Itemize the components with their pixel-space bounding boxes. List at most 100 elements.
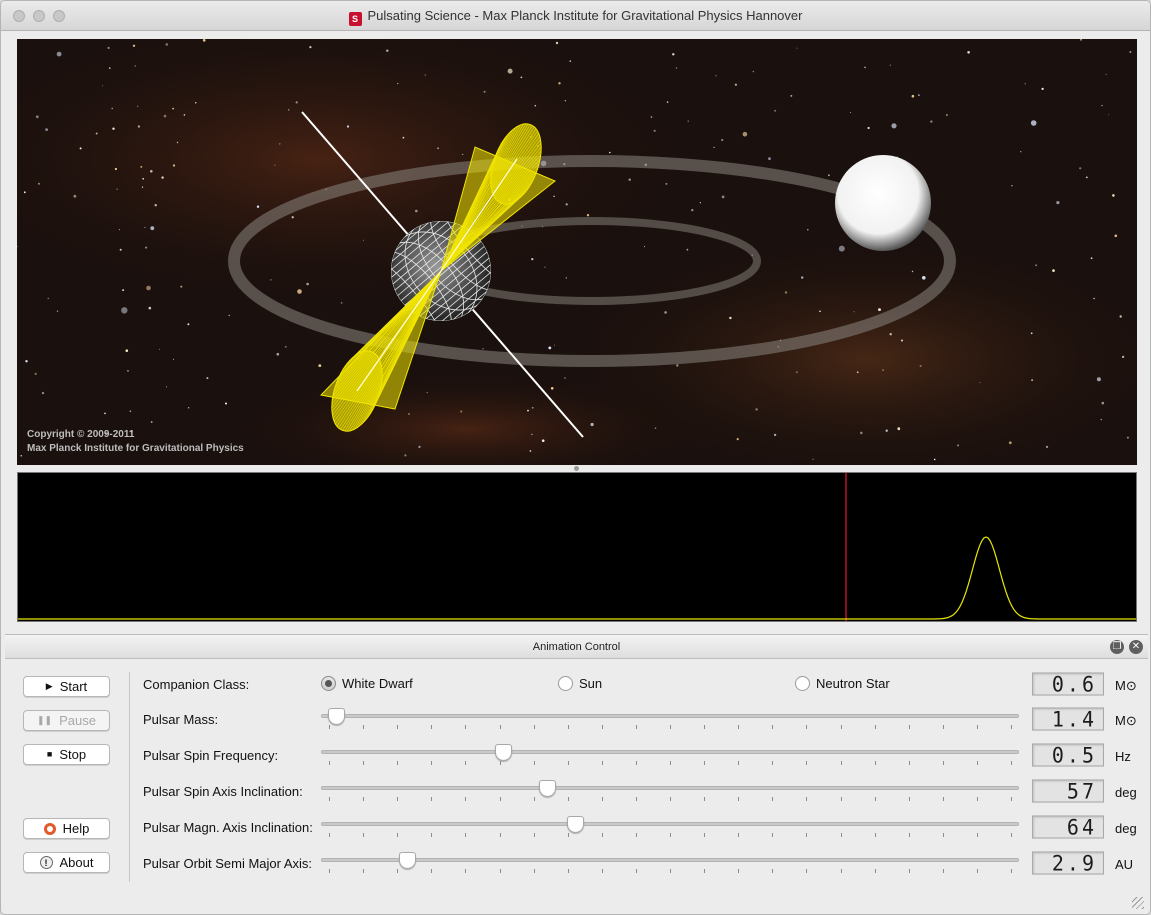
star [653, 129, 656, 132]
star [729, 316, 732, 320]
pause-icon: ❚❚ [37, 715, 53, 725]
pulse-curve [18, 536, 1136, 620]
star [1008, 441, 1012, 445]
pulsar-mass-slider[interactable] [321, 707, 1019, 731]
slider-track[interactable] [321, 750, 1019, 754]
star [675, 67, 678, 69]
pulsar-spin-frequency-label: Pulsar Spin Frequency: [143, 748, 279, 763]
slider-tick [704, 797, 706, 801]
star [715, 75, 717, 77]
star [721, 195, 725, 199]
star [1101, 104, 1103, 107]
star [590, 422, 594, 427]
star [176, 141, 179, 144]
radio-button[interactable] [795, 676, 810, 691]
star [172, 107, 175, 110]
resize-grip-icon[interactable] [1132, 897, 1144, 909]
radio-white-dwarf-label: White Dwarf [342, 676, 413, 691]
slider-tick [601, 761, 603, 765]
star [418, 445, 421, 448]
star [142, 177, 145, 180]
slider-tick [567, 761, 569, 765]
pulsar-orbit-semi-major-axis-slider[interactable] [321, 851, 1019, 875]
star [889, 333, 892, 336]
slider-thumb[interactable] [327, 708, 345, 725]
star [225, 402, 227, 405]
star [101, 85, 103, 87]
panel-splitter-handle[interactable] [574, 466, 579, 471]
slider-track[interactable] [321, 822, 1019, 826]
start-button[interactable]: ▶ Start [23, 676, 110, 697]
slider-thumb[interactable] [399, 852, 417, 869]
slider-thumb[interactable] [539, 780, 557, 797]
slider-tick [738, 725, 740, 729]
slider-tick [704, 869, 706, 873]
star [531, 433, 533, 435]
star [864, 66, 866, 69]
slider-tick [363, 833, 365, 837]
star [1090, 257, 1093, 260]
star [132, 44, 136, 47]
radio-button-selected[interactable] [321, 676, 336, 691]
undock-icon[interactable]: ❐ [1110, 640, 1124, 654]
star [56, 51, 62, 57]
slider-tick [738, 869, 740, 873]
star [736, 438, 739, 441]
pulsar-spin-frequency-slider[interactable] [321, 743, 1019, 767]
slider-tick [363, 869, 365, 873]
slider-tick [840, 797, 842, 801]
star [107, 46, 110, 50]
star [154, 204, 157, 207]
star [318, 364, 322, 367]
star [755, 408, 758, 411]
slider-tick [499, 761, 501, 765]
slider-track[interactable] [321, 786, 1019, 790]
slider-tick [533, 869, 535, 873]
slider-track[interactable] [321, 714, 1019, 718]
about-button[interactable]: ! About [23, 852, 110, 873]
star [901, 339, 903, 342]
radio-sun[interactable]: Sun [558, 676, 602, 691]
star [860, 431, 863, 435]
slider-tick [465, 725, 467, 729]
radio-sun-label: Sun [579, 676, 603, 691]
slider-thumb[interactable] [494, 744, 512, 761]
help-button[interactable]: Help [23, 818, 110, 839]
slider-track[interactable] [321, 858, 1019, 862]
slider-tick [806, 797, 808, 801]
pause-button[interactable]: ❚❚ Pause [23, 710, 110, 731]
slider-thumb[interactable] [566, 816, 584, 833]
window-title: Pulsating Science - Max Planck Institute… [367, 8, 803, 23]
star [1129, 51, 1132, 53]
pulsar-magn-axis-inclination-slider[interactable] [321, 815, 1019, 839]
slider-tick [431, 797, 433, 801]
star [856, 371, 859, 374]
star [482, 348, 484, 350]
slider-tick [942, 725, 944, 729]
pulse-profile-graphics [18, 473, 1136, 621]
stop-button[interactable]: ■ Stop [23, 744, 110, 765]
star [1122, 355, 1125, 358]
slider-tick [908, 797, 910, 801]
star [1108, 114, 1110, 116]
star [159, 348, 160, 350]
slider-ticks [329, 797, 1012, 802]
slider-tick [465, 833, 467, 837]
star [462, 153, 464, 155]
radio-neutron-star[interactable]: Neutron Star [795, 676, 890, 691]
pulsar-scene-view[interactable]: Copyright © 2009-2011 Max Planck Institu… [17, 39, 1137, 465]
companion-star [835, 155, 931, 251]
close-icon[interactable]: ✕ [1129, 640, 1143, 654]
slider-tick [1011, 833, 1012, 837]
star [346, 125, 350, 128]
slider-tick [567, 833, 569, 837]
star [37, 182, 40, 185]
radio-button[interactable] [558, 676, 573, 691]
slider-tick [942, 761, 944, 765]
pulsar-spin-axis-inclination-slider[interactable] [321, 779, 1019, 803]
copyright-line: Copyright © 2009-2011 [27, 429, 135, 440]
radio-white-dwarf[interactable]: White Dwarf [321, 676, 413, 691]
slider-tick [329, 833, 330, 837]
star [918, 94, 920, 97]
star [183, 114, 186, 116]
